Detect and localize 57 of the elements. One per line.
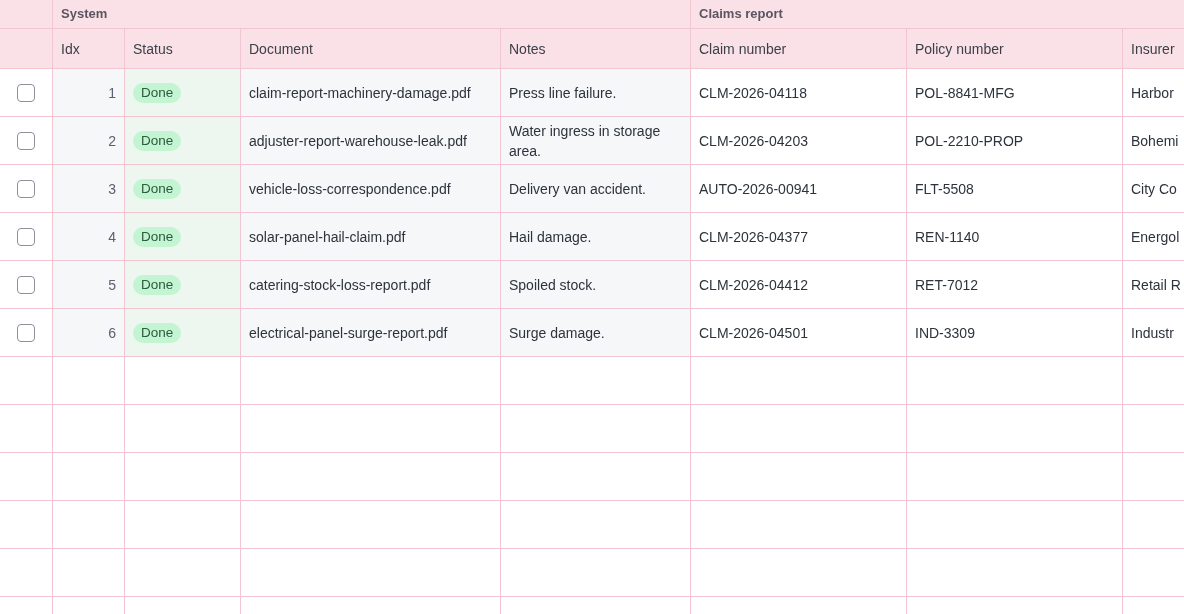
column-header: Status <box>133 39 173 59</box>
status-badge: Done <box>133 130 182 151</box>
table-cell: claim-report-machinery-damage.pdf <box>241 69 501 116</box>
status-badge: Done <box>133 274 182 295</box>
column-header: Insurer <box>1131 39 1175 59</box>
table-cell: POL-8841-MFG <box>907 69 1123 116</box>
table-cell: CLM-2026-04377 <box>691 213 907 260</box>
table-cell: Spoiled stock. <box>501 261 691 308</box>
row-index: 5 <box>53 261 125 308</box>
table-cell: vehicle-loss-correspondence.pdf <box>241 165 501 212</box>
table-cell: catering-stock-loss-report.pdf <box>241 261 501 308</box>
column-header: Claim number <box>699 39 787 59</box>
table-cell: electrical-panel-surge-report.pdf <box>241 309 501 356</box>
table-cell: IND-3309 <box>907 309 1123 356</box>
table-cell: Hail damage. <box>501 213 691 260</box>
table-cell: Water ingress in storage area. <box>501 117 691 164</box>
row-index: 1 <box>53 69 125 116</box>
table-cell-text: Energol <box>1130 227 1181 247</box>
row-checkbox[interactable] <box>17 227 35 246</box>
table-cell: POL-2210-PROP <box>907 117 1123 164</box>
column-header: Document <box>249 39 313 59</box>
row-checkbox[interactable] <box>17 323 35 342</box>
table-cell-text: City Co <box>1130 179 1178 199</box>
table-cell: CLM-2026-04501 <box>691 309 907 356</box>
table-cell: CLM-2026-04118 <box>691 69 907 116</box>
table-cell: Surge damage. <box>501 309 691 356</box>
column-header: Policy number <box>915 39 1004 59</box>
table-cell: AUTO-2026-00941 <box>691 165 907 212</box>
column-header: Notes <box>509 39 546 59</box>
status-badge: Done <box>133 82 182 103</box>
row-index: 2 <box>53 117 125 164</box>
table-cell: REN-1140 <box>907 213 1123 260</box>
row-index: 6 <box>53 309 125 356</box>
status-badge: Done <box>133 178 182 199</box>
table-cell: Press line failure. <box>501 69 691 116</box>
table-cell: Delivery van accident. <box>501 165 691 212</box>
group-header: Claims report <box>699 5 783 23</box>
status-badge: Done <box>133 322 182 343</box>
row-checkbox[interactable] <box>17 179 35 198</box>
table-cell: FLT-5508 <box>907 165 1123 212</box>
table-cell: CLM-2026-04203 <box>691 117 907 164</box>
table-cell-text: Harbor <box>1130 83 1175 103</box>
table-cell: solar-panel-hail-claim.pdf <box>241 213 501 260</box>
table-cell-text: Bohemi <box>1130 131 1180 151</box>
row-checkbox[interactable] <box>17 83 35 102</box>
table-cell: adjuster-report-warehouse-leak.pdf <box>241 117 501 164</box>
status-badge: Done <box>133 226 182 247</box>
row-checkbox[interactable] <box>17 131 35 150</box>
table-cell: RET-7012 <box>907 261 1123 308</box>
column-header: Idx <box>61 39 80 59</box>
table-cell-text: Retail R <box>1130 275 1182 295</box>
row-checkbox[interactable] <box>17 275 35 294</box>
row-index: 4 <box>53 213 125 260</box>
group-header: System <box>61 5 108 23</box>
table-cell: CLM-2026-04412 <box>691 261 907 308</box>
table-cell-text: Industr <box>1130 323 1175 343</box>
row-index: 3 <box>53 165 125 212</box>
